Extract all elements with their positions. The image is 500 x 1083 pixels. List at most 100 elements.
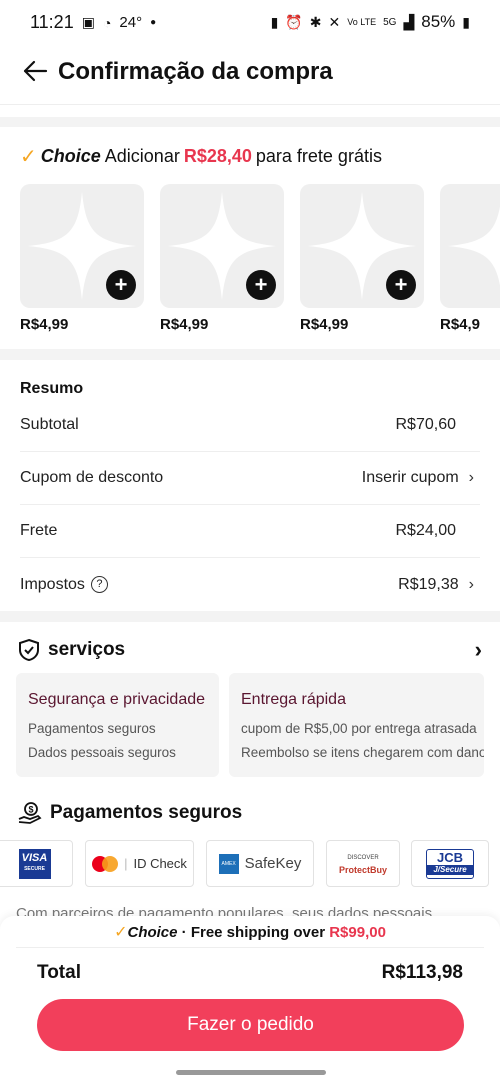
product-image-placeholder[interactable]: + — [300, 184, 424, 308]
service-card-line: Pagamentos seguros — [28, 721, 156, 736]
add-product-button[interactable]: + — [386, 270, 416, 300]
choice-check-icon: ✓ — [20, 146, 37, 168]
choice-brand: Choice — [40, 146, 101, 166]
product-image-placeholder[interactable]: + — [20, 184, 144, 308]
taxes-value: R$19,38 — [398, 575, 459, 593]
choice-banner: ✓ Choice Adicionar R$28,40 para frete gr… — [20, 144, 382, 169]
total-value: R$113,98 — [381, 962, 463, 983]
product-card[interactable]: R$4,9 — [440, 184, 500, 333]
money-hand-icon: $ — [18, 802, 42, 824]
services-header[interactable]: serviços › — [18, 636, 482, 664]
subtotal-value: R$70,60 — [395, 416, 457, 433]
discover-protectbuy-logo: DISCOVER ProtectBuy — [326, 840, 400, 887]
amex-icon: AMEX — [218, 853, 239, 874]
jsecure-text: J/Secure — [427, 864, 473, 875]
product-card[interactable]: + R$4,99 — [160, 184, 284, 333]
safekey-text: SafeKey — [244, 855, 302, 872]
section-divider — [0, 611, 500, 622]
product-image-placeholder[interactable]: + — [160, 184, 284, 308]
coupon-label: Cupom de desconto — [20, 469, 164, 486]
product-price: R$4,99 — [20, 316, 69, 333]
chevron-right-icon: › — [468, 575, 474, 593]
section-divider — [0, 349, 500, 360]
mastercard-icon — [92, 855, 119, 872]
summary-title: Resumo — [20, 380, 84, 397]
visa-secure-logo: VISA SECURE — [0, 840, 73, 887]
battery-saver-icon: ▮ — [270, 13, 279, 30]
secure-payments-header: $ Pagamentos seguros — [18, 801, 242, 825]
service-card-line: Reembolso se itens chegarem com dano — [241, 745, 484, 760]
jcb-jsecure-logo: JCB J/Secure — [411, 840, 489, 887]
home-indicator[interactable] — [176, 1070, 326, 1075]
footer-choice-brand: Choice — [127, 924, 178, 941]
secure-payments-title: Pagamentos seguros — [50, 802, 243, 823]
amex-safekey-logo: AMEX SafeKey — [206, 840, 314, 887]
jcb-text: JCB — [436, 849, 463, 865]
subtotal-label: Subtotal — [20, 416, 79, 433]
chevron-right-icon[interactable]: › — [475, 637, 482, 663]
bluetooth-icon: ✱ — [309, 13, 322, 30]
choice-check-icon: ✓ — [114, 924, 128, 941]
place-order-button[interactable]: Fazer o pedido — [37, 999, 464, 1051]
free-shipping-text: · Free shipping over — [181, 924, 326, 941]
chevron-right-icon: › — [468, 469, 474, 486]
payment-logos: VISA SECURE | ID Check AMEX SafeKey DISCO… — [0, 840, 500, 888]
volte-icon: Vo LTE — [347, 17, 377, 27]
security-privacy-card: Segurança e privacidade Pagamentos segur… — [16, 673, 219, 777]
product-price: R$4,99 — [300, 316, 349, 333]
product-image-placeholder[interactable] — [440, 184, 500, 308]
service-card-line: Dados pessoais seguros — [28, 745, 176, 760]
product-card[interactable]: + R$4,99 — [300, 184, 424, 333]
mute-icon: ✕ — [328, 13, 341, 30]
protectbuy-text: ProtectBuy — [338, 864, 387, 875]
subtotal-row: Subtotal R$70,60 — [20, 399, 480, 452]
battery-icon: ▮ — [462, 13, 470, 30]
service-card-line: cupom de R$5,00 por entrega atrasada — [241, 721, 477, 736]
page-header: Confirmação da compra — [0, 46, 500, 102]
discover-text: DISCOVER — [347, 854, 379, 861]
shield-check-icon — [19, 638, 39, 662]
status-time: 11:21 — [30, 12, 74, 32]
back-arrow-icon[interactable] — [22, 58, 48, 84]
total-label: Total — [37, 962, 81, 983]
mastercard-idcheck-text: ID Check — [133, 856, 187, 871]
service-card-title: Segurança e privacidade — [28, 691, 206, 708]
svg-text:$: $ — [28, 805, 33, 815]
product-price: R$4,99 — [160, 316, 209, 333]
network-icon: 5G — [383, 16, 397, 28]
shipping-value: R$24,00 — [395, 522, 457, 539]
footer-divider — [16, 947, 484, 948]
shipping-row: Frete R$24,00 — [20, 505, 480, 558]
product-price: R$4,9 — [440, 316, 481, 333]
add-product-button[interactable]: + — [246, 270, 276, 300]
taxes-row[interactable]: Impostos ? R$19,38 › — [20, 558, 480, 611]
status-bar: 11:21 ▣ ◔ 24° ● ▮ ⏰ ✱ ✕ Vo LTE 5G ▟ 85% … — [0, 0, 500, 46]
status-temperature: 24° — [119, 14, 143, 31]
weather-icon: ◔ — [102, 14, 112, 31]
battery-percentage: 85% — [421, 12, 456, 31]
choice-amount: R$28,40 — [183, 146, 252, 166]
insert-coupon-link[interactable]: Inserir cupom — [362, 469, 459, 487]
alarm-icon: ⏰ — [285, 13, 303, 30]
page-title: Confirmação da compra — [58, 58, 333, 85]
product-carousel[interactable]: + R$4,99 + R$4,99 + R$4,99 R$4,9 — [0, 184, 500, 344]
help-icon[interactable]: ? — [90, 576, 108, 593]
service-card-title: Entrega rápida — [241, 691, 346, 708]
visa-text: VISA — [21, 851, 48, 864]
coupon-row[interactable]: Cupom de desconto Inserir cupom › — [20, 452, 480, 505]
placeholder-star-icon — [448, 206, 500, 286]
fast-delivery-card: Entrega rápida cupom de R$5,00 por entre… — [229, 673, 484, 777]
notification-dot-icon: ● — [150, 17, 157, 28]
taxes-label: Impostos — [20, 575, 85, 593]
product-card[interactable]: + R$4,99 — [20, 184, 144, 333]
visa-sub-text: SECURE — [24, 865, 45, 872]
add-product-button[interactable]: + — [106, 270, 136, 300]
free-shipping-banner: ✓Choice · Free shipping over R$99,00 — [0, 922, 500, 942]
services-title: serviços — [48, 639, 126, 660]
signal-icon: ▟ — [403, 13, 415, 30]
mastercard-idcheck-logo: | ID Check — [85, 840, 194, 887]
shipping-label: Frete — [20, 522, 58, 539]
section-divider — [0, 104, 500, 105]
choice-suffix: para frete grátis — [255, 146, 382, 166]
choice-prefix: Adicionar — [104, 146, 180, 166]
